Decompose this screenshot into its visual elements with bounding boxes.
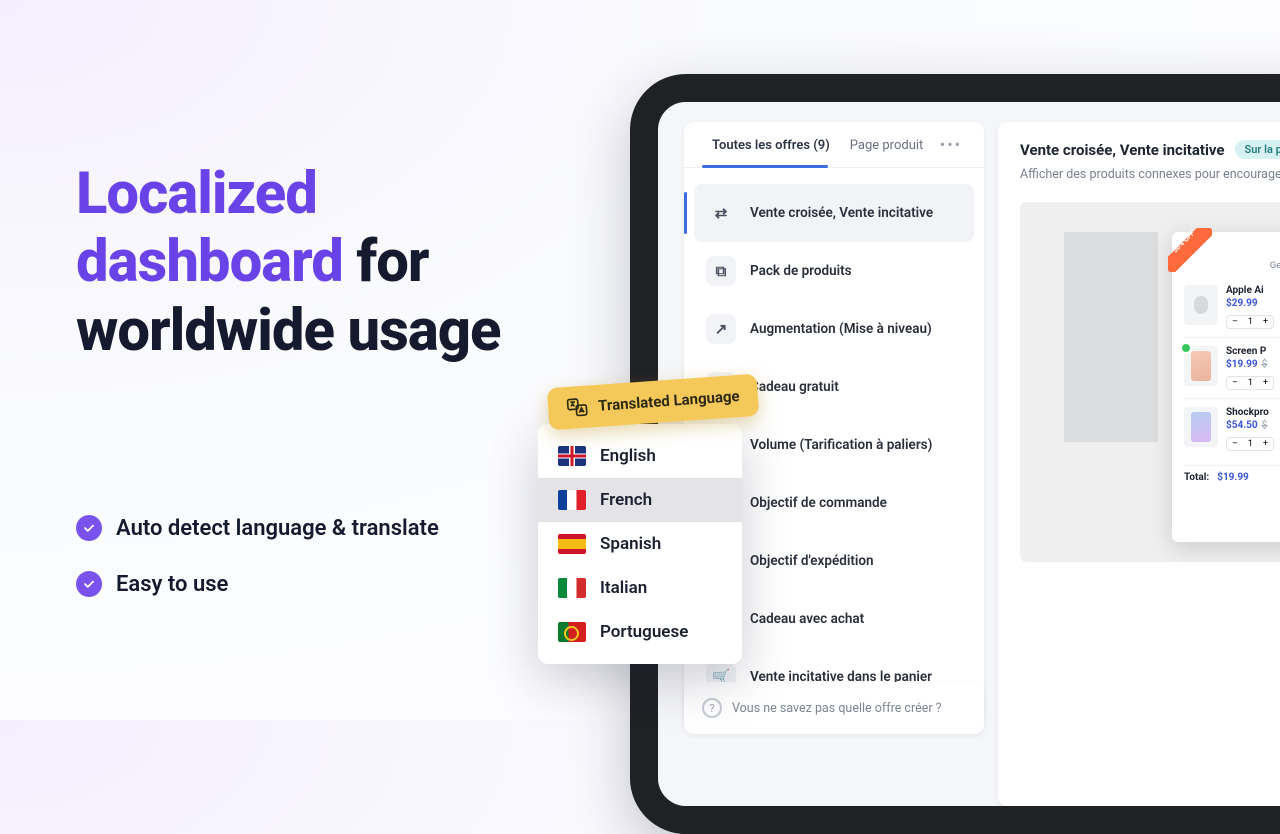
location-badge: Sur la page p	[1235, 140, 1280, 159]
tag-label: Translated Language	[598, 387, 741, 415]
offer-item[interactable]: ↗ Augmentation (Mise à niveau)	[694, 300, 974, 358]
offer-label: Augmentation (Mise à niveau)	[750, 321, 932, 337]
offer-icon: ⧉	[706, 256, 736, 286]
offer-label: Volume (Tarification à paliers)	[750, 437, 932, 453]
detail-panel: Vente croisée, Vente incitative Sur la p…	[998, 122, 1280, 806]
feature-label: Easy to use	[116, 572, 228, 597]
language-option[interactable]: Spanish	[538, 522, 742, 566]
upsell-widget: 50% OFF Yo Get the most Apple Ai $29.99 …	[1172, 232, 1280, 542]
product-price: $54.50$	[1226, 420, 1280, 431]
product-row[interactable]: Screen P $19.99$ –1+	[1184, 337, 1280, 398]
offer-item[interactable]: ⧉ Pack de produits	[694, 242, 974, 300]
language-label: Italian	[600, 578, 647, 598]
feature-list: Auto detect language & translate Easy to…	[76, 515, 536, 597]
language-label: Portuguese	[600, 622, 688, 642]
offer-item[interactable]: ⇄ Vente croisée, Vente incitative	[694, 184, 974, 242]
product-name: Shockpro	[1226, 407, 1280, 418]
language-option[interactable]: Italian	[538, 566, 742, 610]
language-popover: English French Spanish Italian Portuguese	[538, 424, 742, 664]
headline: Localized dashboard for worldwide usage	[76, 160, 536, 365]
product-row[interactable]: Shockpro $54.50$ –1+	[1184, 398, 1280, 459]
offer-label: Cadeau gratuit	[750, 379, 839, 395]
product-row[interactable]: Apple Ai $29.99 –1+	[1184, 277, 1280, 337]
product-name: Apple Ai	[1226, 285, 1280, 296]
headline-accent: Localized dashboard	[76, 160, 343, 296]
quantity-stepper[interactable]: –1+	[1226, 315, 1274, 329]
tab-more-icon[interactable]: •••	[936, 125, 966, 164]
offer-label: Cadeau avec achat	[750, 611, 864, 627]
total-label: Total:	[1184, 472, 1209, 483]
detail-header: Vente croisée, Vente incitative Sur la p…	[1020, 140, 1280, 159]
language-option[interactable]: French	[538, 478, 742, 522]
feature-item: Auto detect language & translate	[76, 515, 536, 541]
language-option[interactable]: English	[538, 434, 742, 478]
quantity-stepper[interactable]: –1+	[1226, 437, 1274, 451]
tabs-row: Toutes les offres (9) Page produit •••	[684, 122, 984, 168]
product-info: Apple Ai $29.99 –1+	[1226, 285, 1280, 329]
language-option[interactable]: Portuguese	[538, 610, 742, 654]
offer-icon: ↗	[706, 314, 736, 344]
flag-icon	[558, 446, 586, 466]
product-info: Shockpro $54.50$ –1+	[1226, 407, 1280, 451]
feature-label: Auto detect language & translate	[116, 516, 439, 541]
flag-icon	[558, 622, 586, 642]
offer-label: Pack de produits	[750, 263, 852, 279]
widget-total-row: Total: $19.99	[1184, 465, 1280, 483]
flag-icon	[558, 578, 586, 598]
preview-area: 50% OFF Yo Get the most Apple Ai $29.99 …	[1020, 202, 1280, 562]
image-placeholder	[1064, 232, 1158, 442]
product-image	[1184, 407, 1218, 447]
feature-item: Easy to use	[76, 571, 536, 597]
hint-text: Vous ne savez pas quelle offre créer ?	[732, 701, 942, 716]
product-image	[1184, 285, 1218, 325]
product-price: $29.99	[1226, 298, 1280, 309]
product-info: Screen P $19.99$ –1+	[1226, 346, 1280, 390]
tab-underline	[702, 165, 828, 168]
translate-icon	[565, 396, 588, 419]
total-value: $19.99	[1217, 472, 1249, 483]
language-label: English	[600, 446, 656, 466]
language-label: Spanish	[600, 534, 661, 554]
tab-all-offers[interactable]: Toutes les offres (9)	[702, 122, 840, 167]
offer-label: Objectif d'expédition	[750, 553, 874, 569]
product-price: $19.99$	[1226, 359, 1280, 370]
ribbon-icon: 50% OFF	[1168, 228, 1212, 272]
detail-subtitle: Afficher des produits connexes pour enco…	[1020, 167, 1280, 182]
offer-label: Objectif de commande	[750, 495, 887, 511]
tab-product-page[interactable]: Page produit	[840, 122, 934, 167]
offer-label: Vente croisée, Vente incitative	[750, 205, 933, 221]
offer-icon: ⇄	[706, 198, 736, 228]
language-label: French	[600, 490, 652, 510]
quantity-stepper[interactable]: –1+	[1226, 376, 1274, 390]
check-circle-icon	[76, 515, 102, 541]
product-image	[1184, 346, 1218, 386]
hint-card[interactable]: ? Vous ne savez pas quelle offre créer ?	[684, 682, 984, 734]
checked-icon	[1180, 342, 1192, 354]
flag-icon	[558, 490, 586, 510]
device-screen: Toutes les offres (9) Page produit ••• ⇄…	[658, 102, 1280, 806]
promo-block: Localized dashboard for worldwide usage …	[76, 160, 536, 627]
check-circle-icon	[76, 571, 102, 597]
flag-icon	[558, 534, 586, 554]
question-icon: ?	[702, 698, 722, 718]
product-name: Screen P	[1226, 346, 1280, 357]
detail-title: Vente croisée, Vente incitative	[1020, 141, 1225, 159]
